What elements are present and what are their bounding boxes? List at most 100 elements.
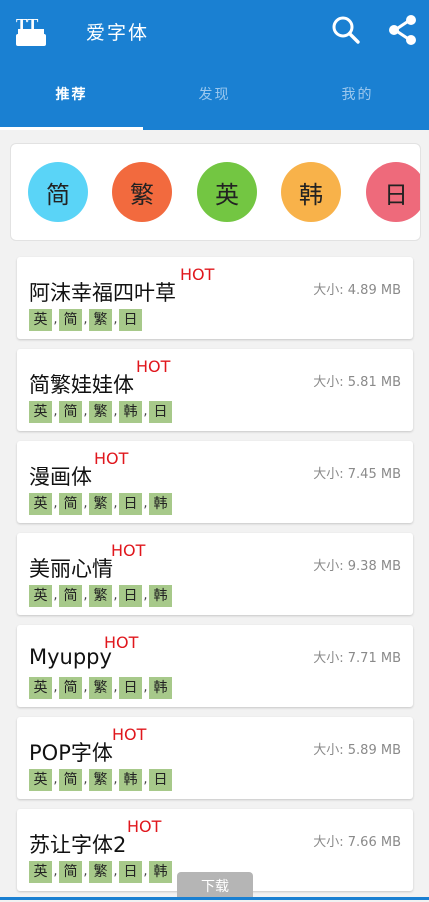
tag-separator: , [113,496,118,511]
tag-separator: , [113,864,118,879]
language-tags: 英,简,繁,日,韩 [29,861,172,883]
language-japanese-button[interactable]: 日 [366,162,420,222]
font-name: 美丽心情 [29,557,113,581]
font-card[interactable]: POP字体 HOT 大小: 5.89 MB 英, 简, 繁, 韩, 日 [17,717,413,799]
font-size-label: 大小: 9.38 MB [313,559,401,574]
font-size-label: 大小: 5.89 MB [313,743,401,758]
language-tag: 简 [59,585,82,607]
language-tag: 英 [29,585,52,607]
tag-separator: , [83,588,88,603]
font-card[interactable]: 漫画体 HOT 大小: 7.45 MB 英, 简, 繁, 日, 韩 [17,441,413,523]
tag-separator: , [83,404,88,419]
tag-separator: , [53,496,58,511]
language-tags: 英,简,繁,日,韩 [29,493,172,515]
language-tags: 英,简,繁,日,韩 [29,677,172,699]
language-tag: 日 [119,493,142,515]
hot-badge: HOT [94,449,129,468]
hot-badge: HOT [136,357,171,376]
language-tag: 英 [29,677,52,699]
language-tag: 英 [29,493,52,515]
language-tag: 韩 [149,493,172,515]
tag-separator: , [143,772,148,787]
tag-separator: , [83,496,88,511]
language-tag: 繁 [89,677,112,699]
tag-separator: , [143,588,148,603]
tag-separator: , [53,680,58,695]
font-card[interactable]: 阿沫幸福四叶草 HOT 大小: 4.89 MB 英, 简, 繁, 日 [17,257,413,339]
language-tag: 日 [119,309,142,331]
font-name: 简繁娃娃体 [29,373,134,397]
tag-separator: , [143,496,148,511]
font-name: 漫画体 [29,465,92,489]
tab-recommend[interactable]: 推荐 [0,78,143,130]
language-tag: 简 [59,309,82,331]
language-simplified-button[interactable]: 简 [28,162,88,222]
app-bar: T T 爱字体 推荐 发现 我的 [0,0,429,130]
language-traditional-button[interactable]: 繁 [112,162,172,222]
language-english-button[interactable]: 英 [197,162,257,222]
hot-badge: HOT [112,725,147,744]
font-card[interactable]: 简繁娃娃体 HOT 大小: 5.81 MB 英, 简, 繁, 韩, 日 [17,349,413,431]
tag-separator: , [143,404,148,419]
tag-separator: , [113,772,118,787]
download-button[interactable]: 下载 [177,872,253,900]
tab-indicator [0,127,143,130]
language-tag: 简 [59,401,82,423]
language-tag: 繁 [89,401,112,423]
language-tag: 韩 [119,401,142,423]
language-tag: 日 [119,677,142,699]
tag-separator: , [113,588,118,603]
tag-separator: , [53,312,58,327]
language-korean-button[interactable]: 韩 [281,162,341,222]
font-name: 阿沫幸福四叶草 [29,281,176,305]
language-tag: 英 [29,401,52,423]
language-tags: 英,简,繁,韩,日 [29,401,172,423]
language-tag: 简 [59,769,82,791]
font-card[interactable]: Myuppy HOT 大小: 7.71 MB 英, 简, 繁, 日, 韩 [17,625,413,707]
tag-separator: , [143,680,148,695]
tab-mine[interactable]: 我的 [286,78,429,130]
tab-discover[interactable]: 发现 [143,78,286,130]
hot-badge: HOT [180,265,215,284]
language-tag: 简 [59,861,82,883]
share-icon[interactable] [388,14,418,46]
tag-separator: , [83,864,88,879]
language-tag: 繁 [89,585,112,607]
language-tag: 简 [59,493,82,515]
svg-text:T: T [27,15,39,34]
tag-separator: , [113,680,118,695]
language-tag: 繁 [89,861,112,883]
language-tag: 英 [29,861,52,883]
font-size-label: 大小: 7.66 MB [313,835,401,850]
hot-badge: HOT [104,633,139,652]
tag-separator: , [83,680,88,695]
hot-badge: HOT [127,817,162,836]
language-tags: 英,简,繁,日,韩 [29,585,172,607]
tag-separator: , [143,864,148,879]
language-tag: 韩 [119,769,142,791]
language-filter-strip: 简 繁 英 韩 日 [10,143,421,241]
tag-separator: , [53,772,58,787]
language-tag: 英 [29,769,52,791]
tag-separator: , [113,312,118,327]
language-tag: 英 [29,309,52,331]
font-size-label: 大小: 4.89 MB [313,283,401,298]
language-tag: 韩 [149,861,172,883]
font-name: POP字体 [29,741,113,765]
language-tag: 日 [119,861,142,883]
tag-separator: , [83,772,88,787]
language-tag: 韩 [149,677,172,699]
language-tag: 简 [59,677,82,699]
language-tag: 繁 [89,493,112,515]
language-tag: 韩 [149,585,172,607]
language-tag: 日 [149,401,172,423]
tab-bar: 推荐 发现 我的 [0,78,429,130]
tag-separator: , [83,312,88,327]
app-title: 爱字体 [86,22,150,44]
search-icon[interactable] [331,15,361,45]
font-card[interactable]: 美丽心情 HOT 大小: 9.38 MB 英, 简, 繁, 日, 韩 [17,533,413,615]
font-size-label: 大小: 7.45 MB [313,467,401,482]
hot-badge: HOT [111,541,146,560]
font-name: Myuppy [29,645,112,669]
font-name: 苏让字体2 [29,833,127,857]
